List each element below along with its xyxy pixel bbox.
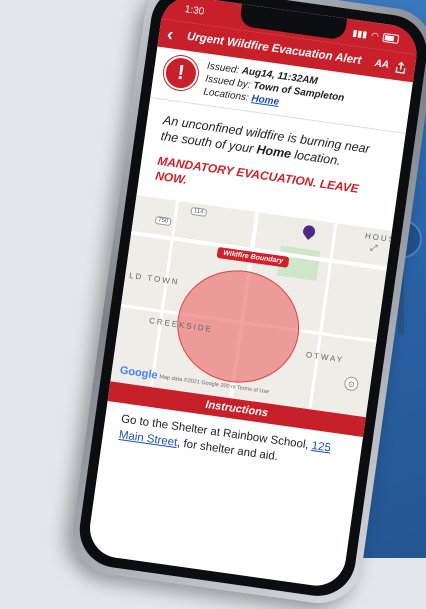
- back-chevron-icon[interactable]: ‹: [166, 23, 183, 46]
- highway-shield: 114: [190, 206, 207, 217]
- signal-icon: ▮▮▮: [351, 27, 368, 40]
- alert-exclamation-icon: !: [161, 53, 201, 93]
- map-road: [149, 200, 180, 388]
- message-home: Home: [255, 142, 293, 162]
- map-label-ldtown: LD TOWN: [128, 270, 181, 287]
- my-location-icon[interactable]: ⊙: [343, 375, 360, 392]
- phone-frame: 1:30 ▮▮▮ ◠ ‹ Urgent Wildfire Evacuation …: [66, 0, 426, 609]
- status-time: 1:30: [184, 3, 205, 18]
- location-pin-icon[interactable]: [300, 223, 318, 240]
- expand-map-icon[interactable]: ⤢: [369, 242, 379, 254]
- phone-mockup: 1:30 ▮▮▮ ◠ ‹ Urgent Wildfire Evacuation …: [0, 0, 426, 609]
- phone-bezel: 1:30 ▮▮▮ ◠ ‹ Urgent Wildfire Evacuation …: [74, 0, 426, 601]
- wifi-icon: ◠: [370, 29, 380, 41]
- locations-link[interactable]: Home: [251, 93, 280, 108]
- map-label-otway: OTWAY: [305, 350, 345, 365]
- phone-screen: 1:30 ▮▮▮ ◠ ‹ Urgent Wildfire Evacuation …: [86, 0, 421, 590]
- map-view[interactable]: Wildfire Boundary 114 750 LD TOWN CREEKS…: [110, 195, 392, 418]
- status-icons: ▮▮▮ ◠: [352, 27, 400, 44]
- highway-shield: 750: [154, 215, 172, 227]
- text-size-button[interactable]: AA: [374, 57, 390, 70]
- battery-icon: [382, 32, 400, 44]
- share-icon[interactable]: [394, 60, 408, 74]
